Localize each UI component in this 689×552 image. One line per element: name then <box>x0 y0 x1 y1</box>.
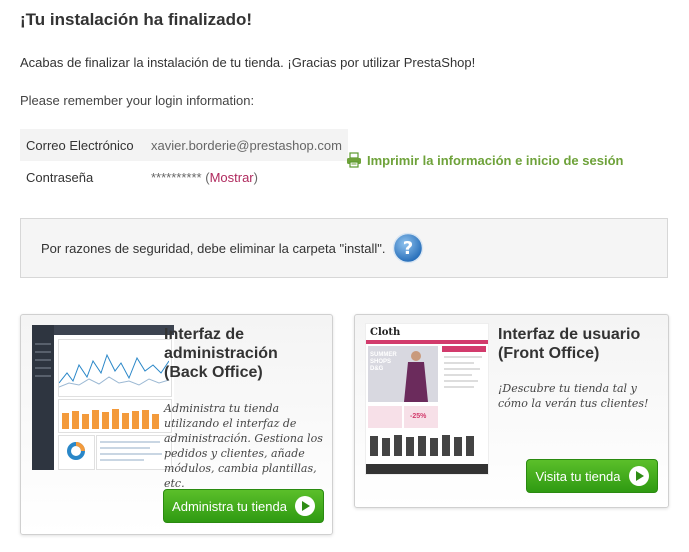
back-office-description: Administra tu tienda utilizando el inter… <box>164 402 323 490</box>
security-text: Por razones de seguridad, debe eliminar … <box>41 240 386 256</box>
remember-text: Please remember your login information: <box>20 93 255 108</box>
play-arrow-icon <box>629 466 649 486</box>
front-office-description: ¡Descubre tu tienda tal y cómo la verán … <box>498 382 649 410</box>
printer-icon <box>347 152 361 168</box>
show-paren-close: ) <box>253 169 258 185</box>
print-link[interactable]: Imprimir la información e inicio de sesi… <box>346 152 623 168</box>
front-office-screenshot: Cloth SUMMER SHOPS D&G -25% <box>365 323 489 475</box>
svg-text:?: ? <box>402 238 412 259</box>
visit-store-button[interactable]: Visita tu tienda <box>526 459 658 493</box>
front-office-card: Cloth SUMMER SHOPS D&G -25% Interfaz de … <box>354 314 669 508</box>
security-notice: Por razones de seguridad, debe eliminar … <box>20 218 668 278</box>
back-office-screenshot <box>32 325 174 470</box>
password-label: Contraseña <box>26 169 94 185</box>
password-row: Contraseña ********** (Mostrar) <box>20 161 348 193</box>
thumb-sale: -25% <box>410 413 427 420</box>
play-arrow-icon <box>295 496 315 516</box>
show-password-link[interactable]: Mostrar <box>210 170 254 185</box>
password-cell: ********** (Mostrar) <box>145 161 348 193</box>
credentials-table: Correo Electrónico xavier.borderie@prest… <box>20 129 348 193</box>
email-row: Correo Electrónico xavier.borderie@prest… <box>20 129 348 161</box>
thumb-brand: Cloth <box>370 327 401 338</box>
visit-store-label: Visita tu tienda <box>535 468 621 484</box>
front-office-title: Interfaz de usuario (Front Office) <box>498 326 641 362</box>
back-office-title: Interfaz de administración (Back Office) <box>164 326 278 381</box>
print-label: Imprimir la información e inicio de sesi… <box>367 152 624 168</box>
page-title: ¡Tu instalación ha finalizado! <box>20 10 253 29</box>
help-icon[interactable]: ? <box>392 232 424 264</box>
email-value: xavier.borderie@prestashop.com <box>145 129 348 161</box>
manage-store-button[interactable]: Administra tu tienda <box>163 489 324 523</box>
email-label: Correo Electrónico <box>20 129 145 161</box>
back-office-card: Interfaz de administración (Back Office)… <box>20 314 333 535</box>
intro-text: Acabas de finalizar la instalación de tu… <box>20 55 476 70</box>
password-value: ********** <box>151 169 202 185</box>
manage-store-label: Administra tu tienda <box>172 498 287 514</box>
